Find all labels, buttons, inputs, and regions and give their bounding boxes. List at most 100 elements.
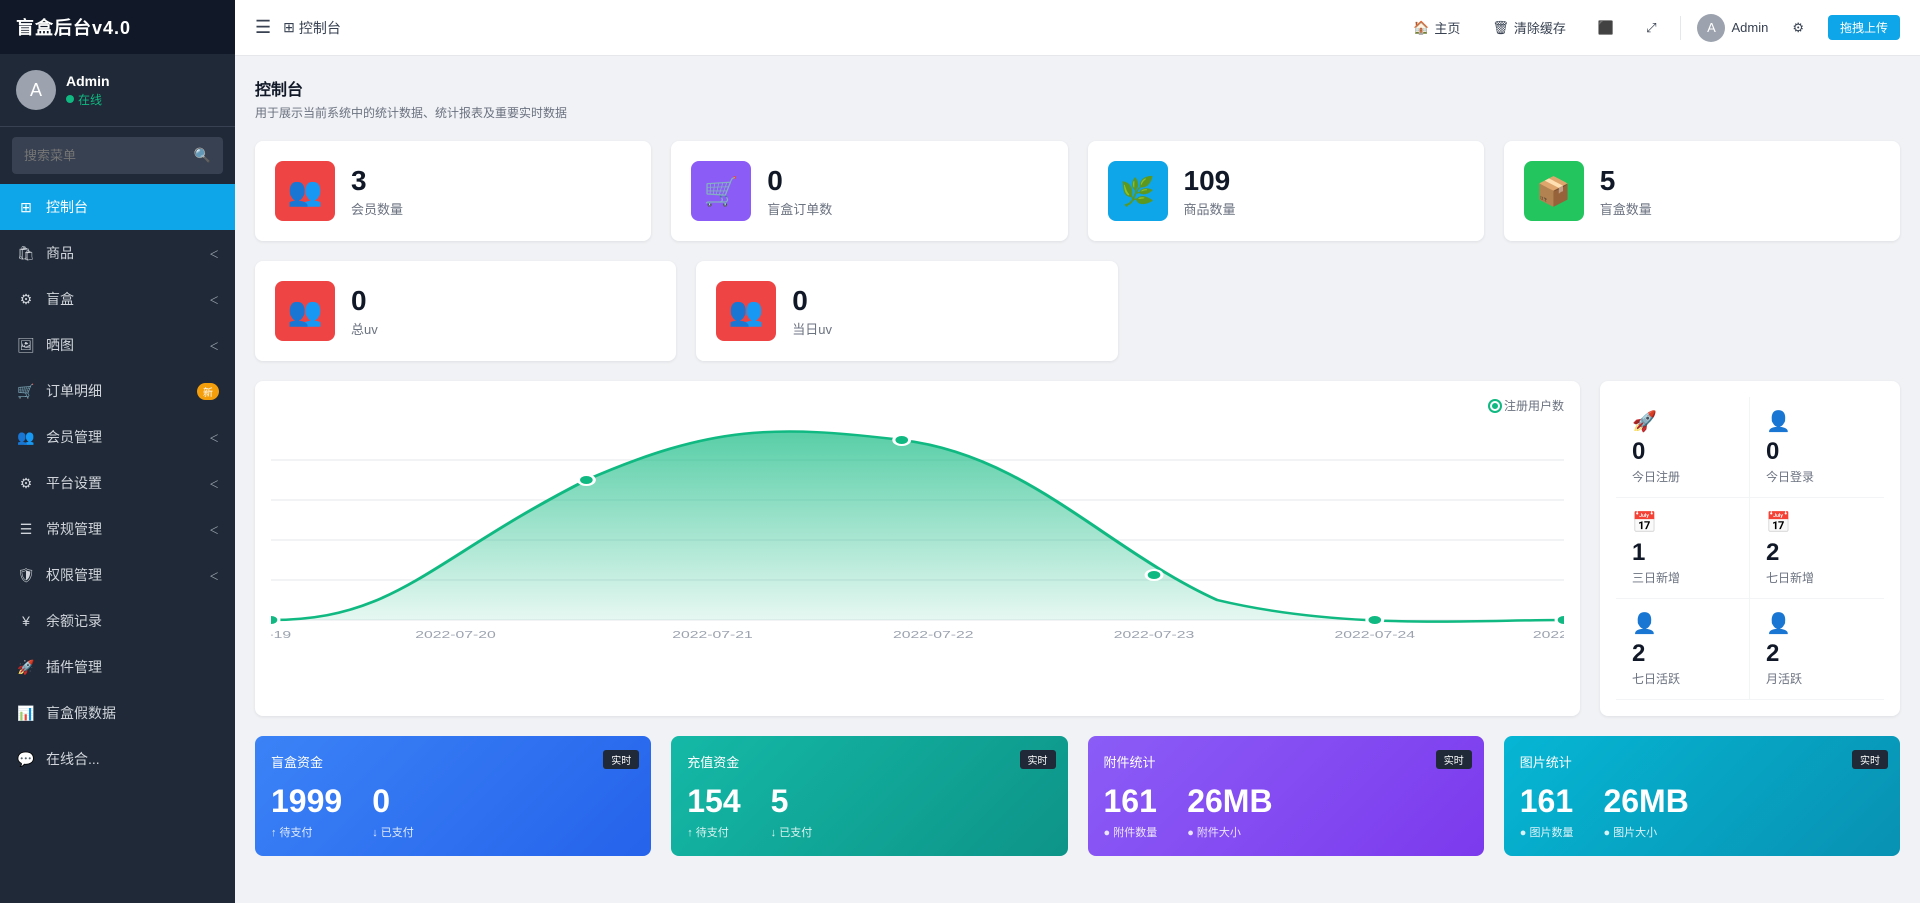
svg-text:07-19: 07-19: [271, 629, 291, 640]
chart-container: 07-19 2022-07-20 2022-07-21 2022-07-22 2…: [271, 420, 1564, 640]
recharge-label2: ↓ 已支付: [771, 824, 813, 840]
images-value1: 161: [1520, 783, 1574, 820]
search-icon: 🔍: [194, 147, 211, 164]
svg-text:2022-07-24: 2022-07-24: [1334, 629, 1415, 640]
blindboxes-label: 盲盒数量: [1600, 199, 1652, 218]
clear-cache-button[interactable]: 🗑 清除缓存: [1484, 13, 1574, 42]
status-dot: [66, 95, 74, 103]
products-stat-icon: 🌿: [1108, 161, 1168, 221]
chevron-right-icon: ＜: [209, 568, 219, 583]
stat-card-total-uv: 👥 0 总uv: [255, 261, 676, 361]
screenshot-icon: ⬛: [1598, 20, 1614, 36]
bottom-card-images: 图片统计 实时 161 ● 图片数量 26MB ● 图片大小: [1504, 736, 1900, 856]
screenshot-button[interactable]: ⬛: [1590, 15, 1622, 41]
sidebar-item-online[interactable]: 💬 在线合...: [0, 736, 235, 782]
svg-text:2022-07-21: 2022-07-21: [672, 629, 753, 640]
images-value2: 26MB: [1603, 783, 1688, 820]
sidebar-item-dashboard[interactable]: ⊞ 控制台: [0, 184, 235, 230]
recharge-title: 充值资金: [687, 752, 1051, 771]
calendar-icon: 📅: [1632, 510, 1733, 535]
user-circle-icon: 👤: [1766, 611, 1868, 636]
stat-card-orders: 🛒 0 盲盒订单数: [671, 141, 1067, 241]
sidebar-item-members[interactable]: 👥 会员管理 ＜: [0, 414, 235, 460]
orders-icon: 🛒: [16, 383, 36, 400]
photos-icon: 🖼: [16, 337, 36, 354]
home-icon: 🏠: [1413, 20, 1429, 36]
attachment-value1: 161: [1104, 783, 1158, 820]
sidebar-item-goods[interactable]: 🛍 商品 ＜: [0, 230, 235, 276]
sidebar-item-photos[interactable]: 🖼 晒图 ＜: [0, 322, 235, 368]
search-input[interactable]: [24, 148, 188, 163]
sidebar-item-blindbox-data[interactable]: 📊 盲盒假数据: [0, 690, 235, 736]
attachment-label2: ● 附件大小: [1187, 824, 1272, 840]
sidebar-item-label: 会员管理: [46, 427, 102, 447]
menu-toggle-icon[interactable]: ☰: [255, 17, 271, 38]
user-icon: 👤: [1766, 409, 1868, 434]
search-menu-container[interactable]: 🔍: [12, 137, 223, 174]
box-fund-label2: ↓ 已支付: [372, 824, 414, 840]
sidebar-item-general[interactable]: ☰ 常规管理 ＜: [0, 506, 235, 552]
main-area: ☰ ⊞ 控制台 🏠 主页 🗑 清除缓存 ⬛ ⤢ A: [235, 0, 1920, 903]
box-fund-label1: ↑ 待支付: [271, 824, 342, 840]
attachment-values: 161 ● 附件数量 26MB ● 附件大小: [1104, 783, 1468, 840]
recharge-label1: ↑ 待支付: [687, 824, 740, 840]
sidebar-item-label: 在线合...: [46, 749, 100, 769]
blindbox-data-icon: 📊: [16, 705, 36, 722]
sidebar-item-blindbox[interactable]: ⚙ 盲盒 ＜: [0, 276, 235, 322]
fullscreen-button[interactable]: ⤢: [1638, 15, 1664, 41]
sidebar-item-label: 插件管理: [46, 657, 102, 677]
blindboxes-count: 5: [1600, 165, 1652, 197]
sidebar-item-orders[interactable]: 🛒 订单明细 新: [0, 368, 235, 414]
recharge-values: 154 ↑ 待支付 5 ↓ 已支付: [687, 783, 1051, 840]
bottom-card-recharge: 充值资金 实时 154 ↑ 待支付 5 ↓ 已支付: [671, 736, 1067, 856]
sidebar-item-balance[interactable]: ¥ 余额记录: [0, 598, 235, 644]
bottom-card-attachment: 附件统计 实时 161 ● 附件数量 26MB ● 附件大小: [1088, 736, 1484, 856]
box-fund-values: 1999 ↑ 待支付 0 ↓ 已支付: [271, 783, 635, 840]
sidebar-item-permissions[interactable]: 🛡 权限管理 ＜: [0, 552, 235, 598]
sidebar-item-plugins[interactable]: 🚀 插件管理: [0, 644, 235, 690]
permissions-icon: 🛡: [16, 567, 36, 584]
chart-card: 注册用户数: [255, 381, 1580, 716]
calendar-plus-icon: 📅: [1766, 510, 1868, 535]
chart-section: 注册用户数: [255, 381, 1900, 716]
chevron-right-icon: ＜: [209, 476, 219, 491]
sidebar-item-label: 商品: [46, 243, 74, 263]
right-stats-grid: 🚀 0 今日注册 👤 0 今日登录 📅 1 三日新增: [1616, 397, 1884, 700]
user-check-icon: 👤: [1632, 611, 1733, 636]
username: Admin: [66, 73, 110, 89]
online-icon: 💬: [16, 751, 36, 768]
chart-legend: 注册用户数: [1490, 397, 1564, 414]
total-uv-label: 总uv: [351, 319, 378, 338]
chevron-right-icon: ＜: [209, 292, 219, 307]
breadcrumb-icon: ⊞: [283, 19, 295, 36]
sidebar-item-label: 权限管理: [46, 565, 102, 585]
chevron-right-icon: ＜: [209, 338, 219, 353]
home-button[interactable]: 🏠 主页: [1405, 13, 1468, 42]
stats-row-1: 👥 3 会员数量 🛒 0 盲盒订单数 🌿 109 商品数量: [255, 141, 1900, 241]
sidebar-item-label: 平台设置: [46, 473, 102, 493]
svg-text:2022-07-23: 2022-07-23: [1114, 629, 1195, 640]
settings-button[interactable]: ⚙: [1784, 15, 1812, 41]
user-info: Admin 在线: [66, 73, 110, 108]
images-badge: 实时: [1852, 750, 1888, 769]
box-fund-badge: 实时: [603, 750, 639, 769]
upload-button[interactable]: 拖拽上传: [1828, 15, 1900, 40]
total-uv-count: 0: [351, 285, 378, 317]
page-description: 用于展示当前系统中的统计数据、统计报表及重要实时数据: [255, 104, 1900, 121]
user-profile: A Admin 在线: [0, 54, 235, 127]
header: ☰ ⊞ 控制台 🏠 主页 🗑 清除缓存 ⬛ ⤢ A: [235, 0, 1920, 56]
admin-menu[interactable]: A Admin: [1697, 14, 1768, 42]
sidebar-item-label: 盲盒假数据: [46, 703, 116, 723]
box-fund-title: 盲盒资金: [271, 752, 635, 771]
plugins-icon: 🚀: [16, 659, 36, 676]
images-label1: ● 图片数量: [1520, 824, 1574, 840]
sidebar-item-platform[interactable]: ⚙ 平台设置 ＜: [0, 460, 235, 506]
orders-count: 0: [767, 165, 832, 197]
products-count: 109: [1184, 165, 1236, 197]
gear-icon: ⚙: [1792, 20, 1804, 36]
chart-svg: 07-19 2022-07-20 2022-07-21 2022-07-22 2…: [271, 420, 1564, 640]
images-label2: ● 图片大小: [1603, 824, 1688, 840]
stat-month-active: 👤 2 月活跃: [1750, 599, 1884, 700]
bottom-card-box-fund: 盲盒资金 实时 1999 ↑ 待支付 0 ↓ 已支付: [255, 736, 651, 856]
avatar: A: [16, 70, 56, 110]
